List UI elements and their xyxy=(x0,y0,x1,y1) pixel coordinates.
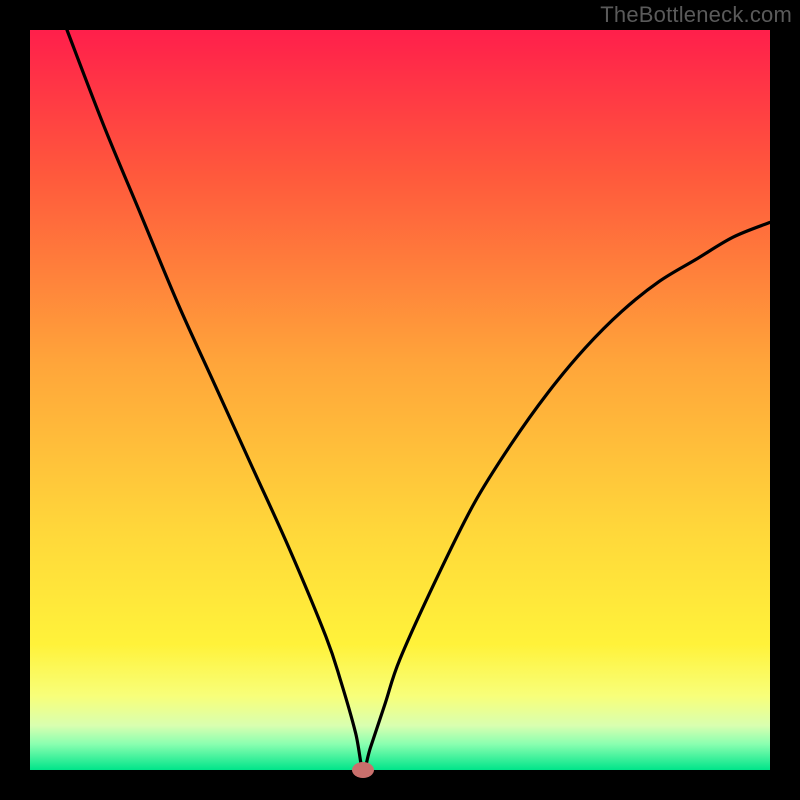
bottleneck-chart xyxy=(0,0,800,800)
chart-frame: TheBottleneck.com xyxy=(0,0,800,800)
optimal-point-marker xyxy=(352,762,374,778)
